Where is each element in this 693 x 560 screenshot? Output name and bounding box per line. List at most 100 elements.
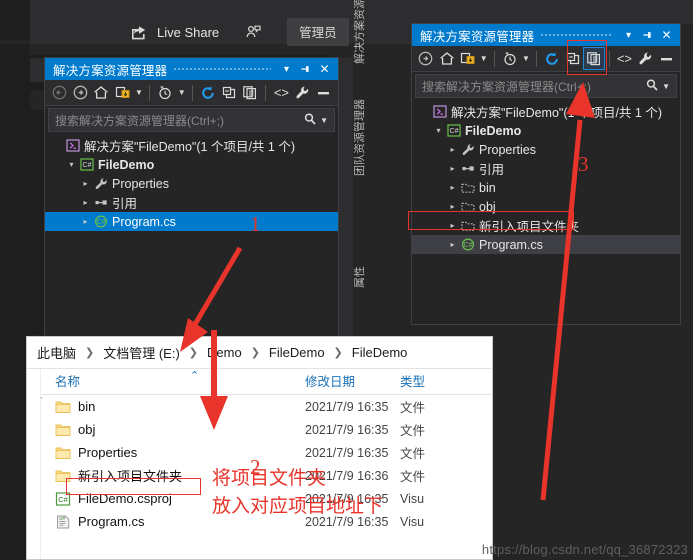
panel-1-toolbar: ▼ ▼ <> [45,80,338,106]
panel-2-close-icon[interactable]: ✕ [657,25,676,45]
search-dropdown-caret-icon[interactable]: ▼ [317,116,331,125]
toolbar-separator [191,84,193,101]
chevron-right-icon[interactable]: ▸ [446,183,459,192]
file-row[interactable]: obj 2021/7/9 16:35 文件 [27,418,492,441]
solution-icon [431,105,448,118]
annotation-arrow-3 [540,82,595,501]
file-name-cell[interactable]: Properties [55,445,305,460]
panel-1-title-bar: 解决方案资源管理器 ▾ ✕ [45,58,338,80]
file-row[interactable]: bin 2021/7/9 16:35 文件 [27,395,492,418]
preview-selected-items-icon[interactable] [314,82,334,103]
excluded-folder-icon [459,182,476,194]
view-code-icon[interactable]: <> [615,48,635,69]
breadcrumb-item[interactable]: FileDemo [350,345,410,360]
annotation-note-line-2: 放入对应项目地址下 [212,496,384,517]
feedback-person-icon[interactable] [245,24,261,40]
tree-row[interactable]: ▸ Properties [45,174,338,193]
file-date-cell: 2021/7/9 16:35 [305,422,389,437]
tree-row[interactable]: ▾ C# FileDemo [45,155,338,174]
cs-file-icon: c# [55,515,71,529]
annotation-arrow-2 [200,330,228,430]
tree-row[interactable]: ▸ 引用 [45,193,338,212]
refresh-icon[interactable] [198,82,218,103]
sync-dropdown-caret-icon[interactable]: ▼ [134,82,145,103]
docked-tab-team-explorer[interactable]: 团队资源管理器 [351,99,367,176]
file-date-cell: 2021/7/9 16:35 [305,445,389,460]
back-icon[interactable] [49,82,69,103]
home-icon[interactable] [437,48,457,69]
panel-1-title: 解决方案资源管理器 [53,63,168,78]
breadcrumb-item[interactable]: 此电脑 [35,343,78,362]
csharp-file-icon: C# [92,215,109,228]
properties-icon[interactable] [635,48,655,69]
docked-tab-solution-explorer[interactable]: 解决方案资源管理器 [351,0,367,64]
forward-icon[interactable] [416,48,436,69]
search-icon[interactable] [645,78,659,95]
chevron-right-icon[interactable]: ▸ [79,179,92,188]
breadcrumb-item[interactable]: FileDemo [267,345,327,360]
chevron-right-icon[interactable]: ▸ [79,198,92,207]
panel-2-title-bar: 解决方案资源管理器 ▾ ✕ [412,24,680,46]
references-icon [459,162,476,175]
panel-2-title: 解决方案资源管理器 [420,29,535,44]
preview-selected-items-icon[interactable] [656,48,676,69]
panel-1-dropdown-icon[interactable]: ▾ [277,59,296,79]
tree-row[interactable]: ▸ C# Program.cs [45,212,338,231]
show-all-files-icon[interactable] [240,82,260,103]
file-date-cell: 2021/7/9 16:35 [305,399,389,414]
chevron-down-icon[interactable]: ▾ [65,160,78,169]
panel-1-tree: 解决方案"FileDemo"(1 个项目/共 1 个) ▾ C# FileDemo ▸ P… [45,133,338,231]
properties-icon[interactable] [293,82,313,103]
chevron-right-icon[interactable]: ▸ [446,202,459,211]
file-name-label: obj [78,422,96,437]
panel-2-dropdown-icon[interactable]: ▾ [619,25,638,45]
column-header-date[interactable]: 修改日期 [305,371,400,390]
file-name-label: Program.cs [78,514,145,529]
search-input[interactable]: 搜索解决方案资源管理器(Ctrl+;) [55,112,303,129]
topbar-partial-clip: Live Share 管理员 [480,0,693,16]
home-icon[interactable] [91,82,111,103]
breadcrumb-separator-icon: ❯ [333,347,343,359]
chevron-right-icon[interactable]: ▸ [79,217,92,226]
chevron-right-icon[interactable]: ▸ [446,240,459,249]
topbar-controls: Live Share 管理员 [130,18,349,46]
title-drag-dots [173,58,271,80]
panel-2-pin-icon[interactable] [638,25,657,45]
sync-with-active-document-icon[interactable] [458,48,478,69]
chevron-right-icon[interactable]: ▸ [446,145,459,154]
filter-dropdown-caret-icon[interactable]: ▼ [176,82,187,103]
live-share-label[interactable]: Live Share [157,25,219,40]
csharp-project-icon: C# [78,158,95,171]
tree-row[interactable]: 解决方案"FileDemo"(1 个项目/共 1 个) [45,136,338,155]
tree-item-label: 解决方案"FileDemo"(1 个项目/共 1 个) [84,140,295,154]
chevron-down-icon[interactable]: ▾ [432,126,445,135]
watermark: https://blog.csdn.net/qq_36872323 [481,542,688,557]
forward-icon[interactable] [70,82,90,103]
annotation-box-new-folder-file [66,478,201,495]
search-dropdown-caret-icon[interactable]: ▼ [659,82,673,91]
column-header-name[interactable]: 名称 ⌃ [55,370,305,390]
collapse-all-icon[interactable] [219,82,239,103]
admin-chip[interactable]: 管理员 [287,18,349,46]
chevron-right-icon[interactable]: ▸ [446,164,459,173]
svg-text:C#: C# [82,162,91,169]
wrench-icon [459,143,476,156]
pending-changes-filter-icon[interactable] [155,82,175,103]
share-arrow-icon [130,25,147,40]
file-name-label: bin [78,399,96,414]
view-code-icon[interactable]: <> [271,82,291,103]
docked-tab-properties[interactable]: 属性 [351,266,367,288]
sync-with-active-document-icon[interactable] [113,82,133,103]
panel-1-search-box[interactable]: 搜索解决方案资源管理器(Ctrl+;) ▼ [48,108,335,132]
panel-1-pin-icon[interactable] [296,59,315,79]
tree-item-label: FileDemo [98,157,155,172]
svg-text:C#: C# [58,494,68,503]
file-name-cell[interactable]: bin [55,399,305,414]
search-icon[interactable] [303,112,317,129]
panel-1-close-icon[interactable]: ✕ [315,59,334,79]
toolbar-separator [265,84,267,101]
file-name-cell[interactable]: obj [55,422,305,437]
csharp-file-icon: C# [459,238,476,251]
file-explorer-left-pane [27,369,41,559]
csharp-project-icon: C# [445,124,462,137]
